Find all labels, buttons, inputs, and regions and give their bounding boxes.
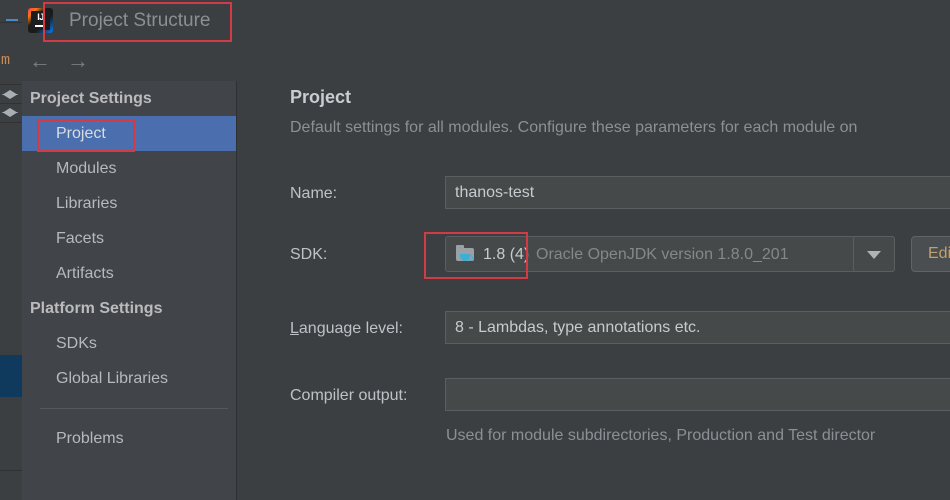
language-level-label-rest: anguage level: [298, 320, 403, 337]
background-ide-strip: m [0, 0, 23, 500]
project-settings-pane: Project Default settings for all modules… [237, 81, 950, 500]
sidebar-group-platform-settings: Platform Settings [30, 300, 163, 317]
language-level-label-mnemonic: L [290, 320, 299, 337]
sidebar-item-sdks[interactable]: SDKs [22, 326, 236, 361]
project-structure-dialog: Project Structure ← → Project Settings P… [22, 0, 950, 500]
compiler-output-label: Compiler output: [290, 387, 408, 404]
compiler-output-input[interactable] [445, 378, 950, 411]
compiler-output-field-row: Compiler output: [237, 378, 950, 414]
sidebar-divider [40, 408, 228, 409]
project-structure-screenshot: m Project Structure ← → Project Settings [0, 0, 950, 500]
name-field-row: Name: thanos-test [237, 176, 950, 212]
sdk-label: SDK: [290, 246, 328, 263]
dialog-navigation-bar: ← → [22, 41, 950, 81]
background-divider-bottom [0, 122, 22, 123]
sdk-edit-button[interactable]: Edit [911, 236, 950, 272]
sdk-dropdown-button[interactable] [853, 236, 895, 272]
language-level-label: Language level: [290, 318, 403, 339]
background-divider-top [0, 84, 22, 85]
sdk-selected-value: 1.8 (4) [483, 246, 530, 263]
sdk-version-detail: Oracle OpenJDK version 1.8.0_201 [536, 246, 789, 263]
forward-arrow-icon[interactable]: → [65, 50, 91, 73]
name-label: Name: [290, 185, 338, 202]
page-title: Project [290, 87, 352, 107]
sidebar-item-global-libraries[interactable]: Global Libraries [22, 361, 236, 396]
intellij-idea-logo-icon [28, 8, 53, 33]
name-input-value: thanos-test [455, 184, 535, 201]
background-divider-mid [0, 103, 22, 104]
dialog-titlebar: Project Structure [22, 0, 950, 42]
collapse-all-icon[interactable] [2, 90, 19, 99]
sdk-field-row: SDK: 1.8 (4) Oracle OpenJDK version 1.8.… [237, 236, 950, 274]
background-editor-text: m [1, 52, 11, 69]
expand-all-icon[interactable] [2, 108, 19, 117]
settings-sidebar: Project Settings Project Modules Librari… [22, 81, 237, 500]
compiler-output-hint: Used for module subdirectories, Producti… [446, 427, 876, 444]
sidebar-item-modules[interactable]: Modules [22, 151, 236, 186]
language-level-field-row: Language level: 8 - Lambdas, type annota… [237, 311, 950, 347]
page-description: Default settings for all modules. Config… [290, 119, 858, 136]
sidebar-item-artifacts[interactable]: Artifacts [22, 256, 236, 291]
sidebar-item-project[interactable]: Project [22, 116, 236, 151]
java-sdk-folder-icon [456, 245, 476, 263]
name-input[interactable]: thanos-test [445, 176, 950, 209]
sidebar-item-libraries[interactable]: Libraries [22, 186, 236, 221]
sidebar-item-problems[interactable]: Problems [22, 421, 236, 456]
sdk-combobox[interactable]: 1.8 (4) Oracle OpenJDK version 1.8.0_201 [445, 236, 895, 272]
chevron-down-icon [867, 251, 881, 259]
language-level-combobox[interactable]: 8 - Lambdas, type annotations etc. [445, 311, 950, 344]
dialog-title: Project Structure [69, 10, 211, 31]
sidebar-item-facets[interactable]: Facets [22, 221, 236, 256]
language-level-value: 8 - Lambdas, type annotations etc. [455, 319, 701, 336]
sidebar-group-project-settings: Project Settings [30, 90, 152, 107]
back-arrow-icon[interactable]: ← [27, 50, 53, 73]
background-divider-footer [0, 470, 22, 471]
background-selected-strip [0, 355, 22, 397]
background-tab-underline [6, 19, 18, 21]
